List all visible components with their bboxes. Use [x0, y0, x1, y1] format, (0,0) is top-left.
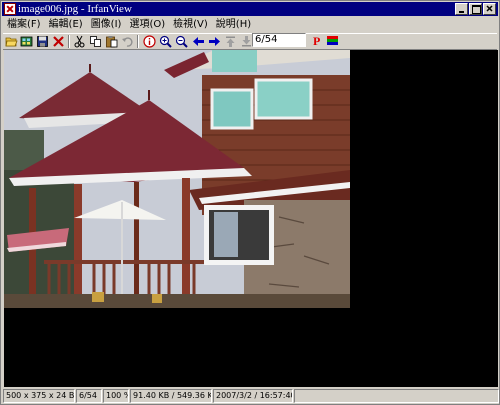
status-dimensions: 500 x 375 x 24 BPP — [3, 389, 75, 403]
paste-icon[interactable] — [105, 35, 118, 48]
svg-text:P: P — [313, 34, 320, 47]
close-icon — [486, 5, 493, 12]
menu-help[interactable]: 說明(H) — [212, 17, 255, 32]
delete-icon[interactable] — [52, 35, 65, 48]
page-number-field[interactable]: 6/54 — [252, 33, 306, 47]
status-empty-panel — [294, 389, 499, 403]
previous-icon[interactable] — [192, 35, 205, 48]
minimize-button[interactable] — [455, 3, 468, 15]
minimize-icon — [459, 11, 464, 13]
thumbnails-icon[interactable] — [20, 35, 33, 48]
print-icon[interactable]: P — [311, 34, 324, 47]
settings-icon[interactable] — [326, 34, 339, 47]
next-icon[interactable] — [208, 35, 221, 48]
toolbar — [3, 33, 497, 50]
status-datetime: 2007/3/2 / 16:57:40 — [213, 389, 293, 403]
zoom-in-icon[interactable] — [159, 35, 172, 48]
menu-view[interactable]: 檢視(V) — [169, 17, 212, 32]
status-filesize: 91.40 KB / 549.36 KB — [130, 389, 212, 403]
app-icon[interactable] — [4, 3, 16, 15]
cut-icon[interactable] — [73, 35, 86, 48]
irfanview-window: image006.jpg - IrfanView 檔案(F) 編輯(E) 圖像(… — [0, 0, 500, 405]
window-title: image006.jpg - IrfanView — [18, 3, 132, 15]
title-bar[interactable]: image006.jpg - IrfanView — [2, 2, 498, 16]
house-photo — [4, 50, 350, 308]
toolbar-separator — [137, 35, 139, 48]
photo — [4, 50, 350, 308]
close-button[interactable] — [483, 3, 496, 15]
zoom-out-icon[interactable] — [175, 35, 188, 48]
save-icon[interactable] — [36, 35, 49, 48]
open-folder-icon[interactable] — [5, 35, 18, 48]
first-page-icon[interactable] — [224, 35, 237, 48]
maximize-button[interactable] — [469, 3, 482, 15]
menu-file[interactable]: 檔案(F) — [3, 17, 45, 32]
status-index: 6/54 — [76, 389, 102, 403]
menu-image[interactable]: 圖像(I) — [87, 17, 126, 32]
toolbar-separator — [68, 35, 70, 48]
undo-icon[interactable] — [121, 35, 134, 48]
menu-edit[interactable]: 編輯(E) — [45, 17, 87, 32]
copy-icon[interactable] — [89, 35, 102, 48]
status-zoom: 100 % — [103, 389, 129, 403]
maximize-icon — [472, 5, 481, 14]
info-icon[interactable] — [143, 35, 156, 48]
image-viewport[interactable] — [4, 50, 498, 387]
menu-bar: 檔案(F) 編輯(E) 圖像(I) 選項(O) 檢視(V) 說明(H) — [3, 17, 255, 32]
status-bar: 500 x 375 x 24 BPP 6/54 100 % 91.40 KB /… — [3, 389, 499, 404]
menu-options[interactable]: 選項(O) — [125, 17, 169, 32]
